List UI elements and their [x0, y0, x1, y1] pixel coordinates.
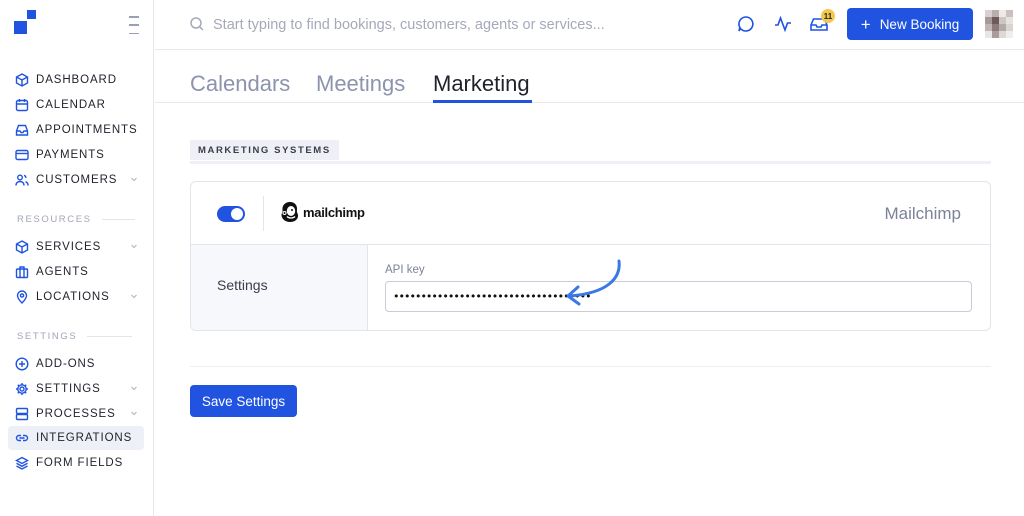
- credit-card-icon: [15, 148, 29, 162]
- toggle-knob: [231, 208, 243, 220]
- sidebar-item-label: SERVICES: [36, 241, 102, 253]
- gear-icon: [15, 382, 29, 396]
- calendar-icon: [15, 98, 29, 112]
- new-booking-button[interactable]: + New Booking: [847, 8, 973, 40]
- chevron-down-icon: [130, 384, 138, 392]
- section-header: MARKETING SYSTEMS: [190, 140, 991, 164]
- sidebar-item-agents[interactable]: AGENTS: [8, 260, 144, 284]
- sidebar-item-services[interactable]: SERVICES: [8, 235, 144, 259]
- app-logo-icon[interactable]: [14, 10, 38, 34]
- divider: [263, 196, 264, 231]
- notification-badge: 11: [821, 9, 835, 23]
- app-root: DASHBOARD CALENDAR APPOINTMENTS PAYMENTS…: [0, 0, 1024, 516]
- avatar[interactable]: [985, 10, 1013, 38]
- settings-label: Settings: [217, 277, 268, 293]
- tab-calendars[interactable]: Calendars: [190, 71, 290, 97]
- sidebar-item-label: INTEGRATIONS: [36, 432, 133, 444]
- chevron-down-icon: [130, 242, 138, 250]
- active-tab-indicator: [433, 100, 532, 103]
- chevron-down-icon: [130, 175, 138, 183]
- tab-marketing[interactable]: Marketing: [433, 71, 530, 97]
- new-booking-label: New Booking: [879, 16, 960, 32]
- plus-circle-icon: [15, 357, 29, 371]
- sidebar-item-label: PROCESSES: [36, 408, 116, 420]
- settings-sidebar: Settings: [191, 245, 368, 330]
- sidebar-item-label: DASHBOARD: [36, 74, 117, 86]
- inbox-icon: [15, 123, 29, 137]
- divider: [101, 219, 135, 220]
- section-title-resources: RESOURCES: [17, 214, 135, 225]
- sidebar-item-payments[interactable]: PAYMENTS: [8, 143, 144, 167]
- integration-enabled-toggle[interactable]: [217, 206, 245, 222]
- sidebar-item-calendar[interactable]: CALENDAR: [8, 93, 144, 117]
- menu-toggle-icon[interactable]: [129, 16, 139, 34]
- sidebar-item-form-fields[interactable]: FORM FIELDS: [8, 451, 144, 475]
- integration-card-header: mailchimp Mailchimp: [191, 182, 990, 245]
- sidebar-item-dashboard[interactable]: DASHBOARD: [8, 68, 144, 92]
- search-icon: [189, 16, 205, 32]
- sidebar-item-locations[interactable]: LOCATIONS: [8, 285, 144, 309]
- divider: [87, 336, 133, 337]
- annotation-arrow-icon: [566, 259, 621, 306]
- chevron-down-icon: [130, 409, 138, 417]
- server-icon: [15, 407, 29, 421]
- search-input[interactable]: [213, 13, 693, 37]
- mailchimp-wordmark: mailchimp: [303, 204, 365, 220]
- sidebar-item-label: SETTINGS: [36, 383, 101, 395]
- sidebar-item-label: CUSTOMERS: [36, 174, 118, 186]
- sidebar-item-label: AGENTS: [36, 266, 89, 278]
- cube-icon: [15, 73, 29, 87]
- briefcase-icon: [15, 265, 29, 279]
- link-icon: [15, 431, 29, 445]
- sidebar-item-label: PAYMENTS: [36, 149, 105, 161]
- mailchimp-freddie-icon: [281, 202, 299, 222]
- save-settings-button[interactable]: Save Settings: [190, 385, 297, 417]
- sidebar-item-label: LOCATIONS: [36, 291, 110, 303]
- section-title: MARKETING SYSTEMS: [190, 140, 339, 160]
- box-icon: [15, 240, 29, 254]
- users-icon: [15, 173, 29, 187]
- sidebar-item-label: CALENDAR: [36, 99, 106, 111]
- api-key-label: API key: [385, 264, 425, 276]
- layers-icon: [15, 456, 29, 470]
- sidebar-item-settings[interactable]: SETTINGS: [8, 377, 144, 401]
- sidebar-item-appointments[interactable]: APPOINTMENTS: [8, 118, 144, 142]
- integration-name: Mailchimp: [884, 204, 961, 223]
- api-key-input[interactable]: [385, 281, 972, 312]
- plus-icon: +: [860, 14, 871, 34]
- map-pin-icon: [15, 290, 29, 304]
- sidebar-item-label: APPOINTMENTS: [36, 124, 138, 136]
- tab-bar: Calendars Meetings Marketing: [155, 50, 1024, 103]
- top-bar: 11 + New Booking: [155, 0, 1024, 50]
- divider: [190, 366, 991, 367]
- section-title-settings: SETTINGS: [17, 331, 133, 342]
- sidebar: DASHBOARD CALENDAR APPOINTMENTS PAYMENTS…: [0, 0, 154, 516]
- activity-icon[interactable]: [773, 14, 793, 34]
- sidebar-item-label: ADD-ONS: [36, 358, 96, 370]
- tab-meetings[interactable]: Meetings: [316, 71, 405, 97]
- chevron-down-icon: [130, 292, 138, 300]
- sidebar-item-integrations[interactable]: INTEGRATIONS: [8, 426, 144, 450]
- chat-bubble-icon[interactable]: [736, 14, 756, 34]
- mailchimp-logo: mailchimp: [280, 201, 365, 223]
- sidebar-item-add-ons[interactable]: ADD-ONS: [8, 352, 144, 376]
- sidebar-item-processes[interactable]: PROCESSES: [8, 402, 144, 426]
- sidebar-item-label: FORM FIELDS: [36, 457, 124, 469]
- sidebar-item-customers[interactable]: CUSTOMERS: [8, 168, 144, 192]
